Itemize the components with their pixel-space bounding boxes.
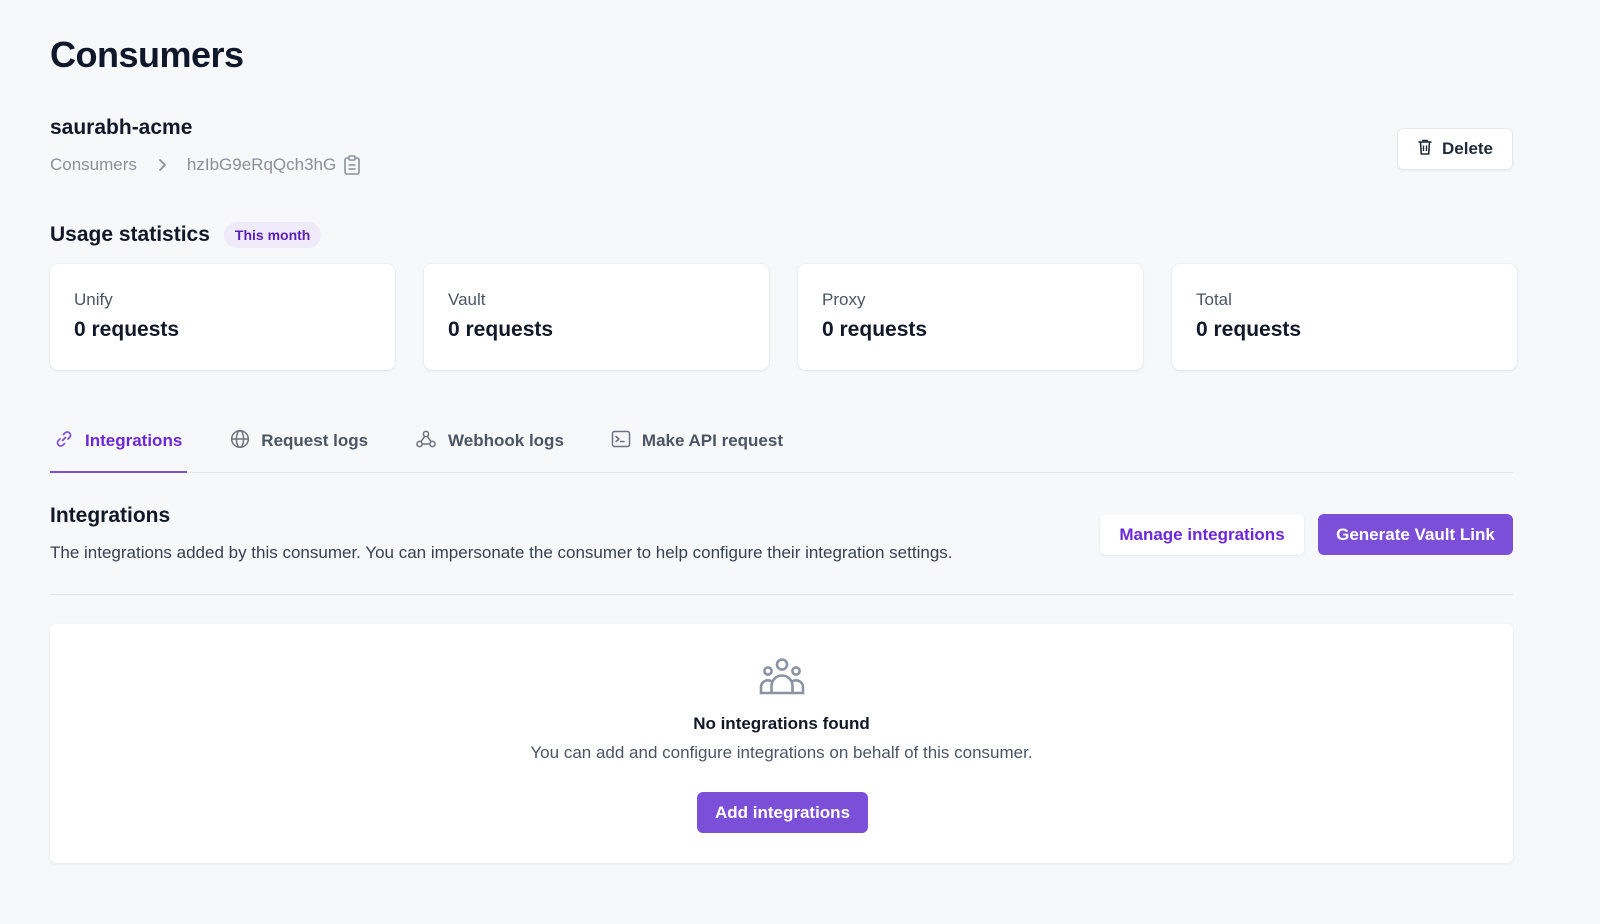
tab-label: Request logs	[261, 431, 369, 450]
user-group-icon	[759, 657, 805, 702]
tab-integrations[interactable]: Integrations	[50, 410, 188, 473]
tab-make-api-request[interactable]: Make API request	[611, 410, 783, 472]
webhook-icon	[415, 429, 437, 454]
period-badge: This month	[223, 222, 322, 248]
consumer-detail-page: Consumers saurabh-acme Consumers hzIbG9e…	[0, 0, 1600, 924]
chevron-right-icon	[157, 158, 167, 172]
delete-button[interactable]: Delete	[1397, 128, 1513, 170]
section-divider	[50, 594, 1513, 595]
breadcrumb-consumer-id: hzIbG9eRqQch3hG	[186, 155, 337, 174]
tab-webhook-logs[interactable]: Webhook logs	[415, 410, 564, 472]
trash-icon	[1417, 138, 1433, 161]
empty-state-title: No integrations found	[693, 714, 870, 733]
empty-state-description: You can add and configure integrations o…	[530, 743, 1033, 762]
delete-button-label: Delete	[1441, 139, 1494, 158]
empty-state-card: No integrations found You can add and co…	[50, 624, 1513, 863]
tab-label: Make API request	[641, 431, 783, 450]
breadcrumb: Consumers hzIbG9eRqQch3hG	[50, 155, 361, 175]
tab-label: Integrations	[85, 431, 183, 450]
clipboard-icon[interactable]	[343, 155, 361, 175]
tab-request-logs[interactable]: Request logs	[230, 410, 368, 472]
manage-integrations-button[interactable]: Manage integrations	[1100, 514, 1304, 555]
stat-card-total: Total 0 requests	[1172, 264, 1517, 370]
globe-icon	[230, 429, 250, 454]
breadcrumb-consumers-link[interactable]: Consumers	[50, 155, 137, 175]
stat-label: Unify	[74, 290, 113, 309]
stat-label: Proxy	[822, 290, 866, 309]
link-icon	[54, 429, 74, 454]
consumer-name: saurabh-acme	[50, 116, 193, 139]
usage-statistics-header: Usage statistics This month	[50, 222, 322, 248]
tab-bar: Integrations Request logs Webhook logs M…	[50, 410, 1513, 473]
usage-stat-cards: Unify 0 requests Vault 0 requests Proxy …	[50, 264, 1517, 370]
stat-value: 0 requests	[1196, 318, 1302, 341]
stat-card-unify: Unify 0 requests	[50, 264, 395, 370]
add-integrations-button[interactable]: Add integrations	[697, 792, 868, 833]
usage-statistics-title: Usage statistics	[50, 223, 210, 246]
generate-vault-link-button[interactable]: Generate Vault Link	[1318, 514, 1513, 555]
stat-value: 0 requests	[74, 318, 180, 341]
page-title: Consumers	[50, 34, 244, 75]
stat-label: Total	[1196, 290, 1232, 309]
stat-card-proxy: Proxy 0 requests	[798, 264, 1143, 370]
stat-card-vault: Vault 0 requests	[424, 264, 769, 370]
tab-label: Webhook logs	[448, 431, 564, 450]
stat-value: 0 requests	[448, 318, 554, 341]
integrations-section-title: Integrations	[50, 504, 171, 527]
integrations-section-description: The integrations added by this consumer.…	[50, 543, 953, 562]
stat-label: Vault	[448, 290, 486, 309]
stat-value: 0 requests	[822, 318, 928, 341]
terminal-icon	[611, 429, 631, 454]
